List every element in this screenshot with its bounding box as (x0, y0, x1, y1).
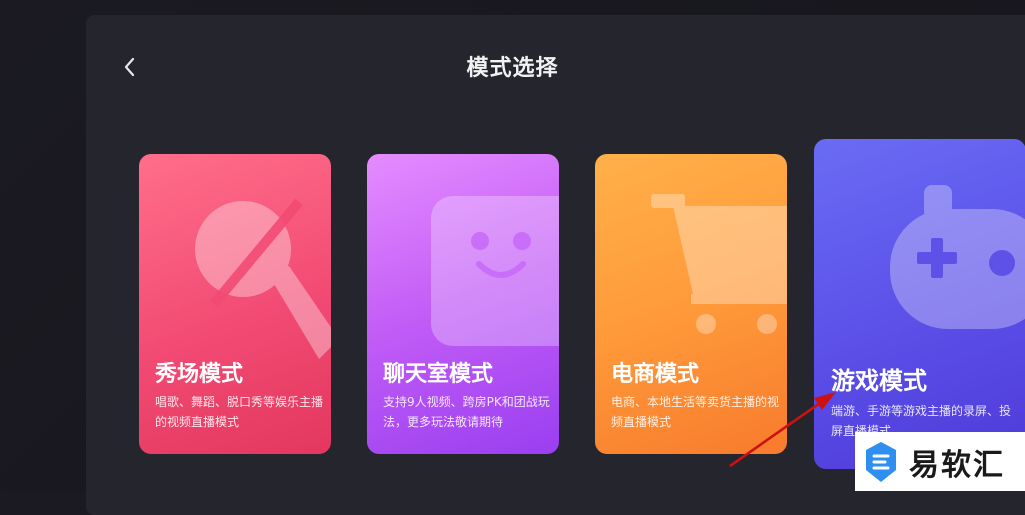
mode-name: 游戏模式 (831, 367, 927, 395)
page-title: 模式选择 (466, 56, 559, 81)
mode-card-show[interactable]: 秀场模式 唱歌、舞蹈、脱口秀等娱乐主播的视频直播模式 (139, 154, 331, 454)
logo-icon (866, 441, 896, 482)
mode-description: 唱歌、舞蹈、脱口秀等娱乐主播的视频直播模式 (155, 395, 324, 429)
mode-name: 秀场模式 (155, 362, 244, 387)
mode-name: 电商模式 (611, 362, 700, 387)
watermark: 易软汇 (855, 432, 1025, 491)
watermark-text: 易软汇 (909, 447, 1005, 483)
mode-description: 支持9人视频、跨房PK和团战玩法，更多玩法敬请期待 (383, 395, 550, 429)
mode-card-chat[interactable]: 聊天室模式 支持9人视频、跨房PK和团战玩法，更多玩法敬请期待 (367, 154, 559, 454)
mode-card-shop[interactable]: 电商模式 电商、本地生活等卖货主播的视频直播模式 (595, 154, 787, 454)
mode-description: 电商、本地生活等卖货主播的视频直播模式 (611, 395, 780, 429)
mode-card-game[interactable]: 游戏模式 端游、手游等游戏主播的录屏、投屏直播模式 (814, 139, 1025, 469)
mode-name: 聊天室模式 (383, 362, 494, 387)
